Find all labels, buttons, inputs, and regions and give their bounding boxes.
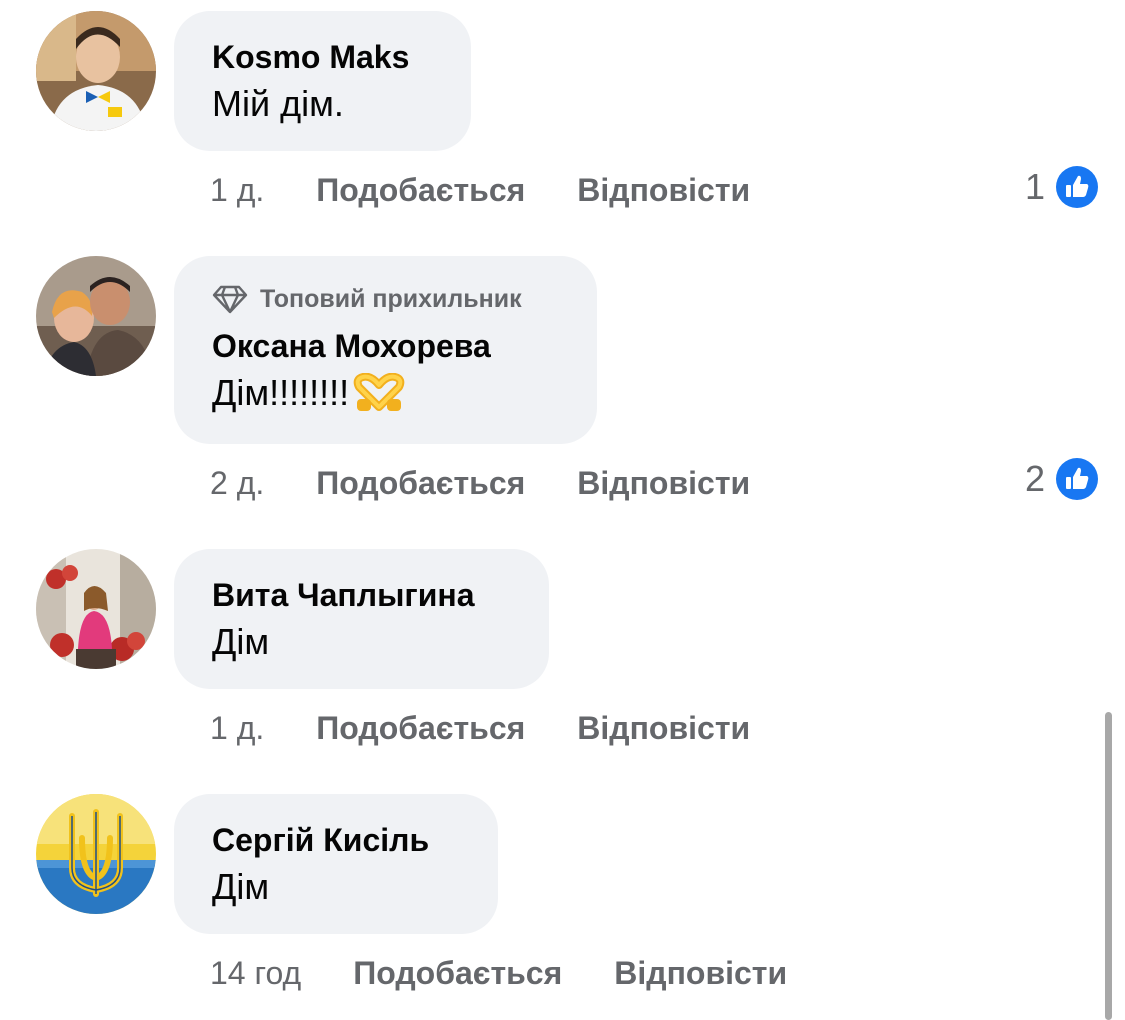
comment-bubble: Топовий прихильник Оксана Мохорева Дім!!… — [174, 256, 597, 444]
reply-button[interactable]: Відповісти — [577, 710, 750, 747]
comment-text: Дім — [212, 621, 270, 662]
comment-author[interactable]: Оксана Мохорева — [212, 326, 559, 366]
diamond-icon — [212, 285, 248, 314]
comment-bubble: Вита Чаплыгина Дім — [174, 549, 549, 689]
comment-timestamp[interactable]: 1 д. — [210, 710, 264, 747]
avatar[interactable] — [36, 11, 156, 131]
comment-actions: 2 д. Подобається Відповісти — [210, 458, 802, 508]
reaction-summary[interactable]: 1 — [1025, 162, 1101, 212]
like-button[interactable]: Подобається — [353, 955, 562, 992]
like-button[interactable]: Подобається — [316, 172, 525, 209]
avatar[interactable] — [36, 549, 156, 669]
comment-timestamp[interactable]: 14 год — [210, 955, 301, 992]
reaction-count: 2 — [1024, 458, 1045, 499]
comment-text: Дім!!!!!!!! — [212, 370, 559, 416]
comment-bubble: Kosmo Maks Мій дім. — [174, 11, 471, 151]
reply-button[interactable]: Відповісти — [614, 955, 787, 992]
comment-actions: 1 д. Подобається Відповісти — [210, 165, 802, 215]
comment-timestamp[interactable]: 1 д. — [210, 172, 264, 209]
comment-text-content: Дім!!!!!!!! — [212, 372, 350, 413]
like-reaction-icon — [1054, 164, 1100, 210]
person-photo-avatar-icon — [36, 11, 156, 131]
like-button[interactable]: Подобається — [316, 710, 525, 747]
woman-photo-avatar-icon — [36, 549, 156, 669]
top-fan-badge: Топовий прихильник — [212, 282, 559, 316]
reply-button[interactable]: Відповісти — [577, 465, 750, 502]
badge-label: Топовий прихильник — [260, 284, 522, 313]
comment-text: Мій дім. — [212, 83, 344, 124]
comment-author[interactable]: Сергій Кисіль — [212, 820, 460, 860]
comment-text: Дім — [212, 866, 270, 907]
heart-hands-icon — [353, 373, 405, 411]
scrollbar[interactable] — [1105, 712, 1112, 1020]
avatar[interactable] — [36, 794, 156, 914]
like-button[interactable]: Подобається — [316, 465, 525, 502]
ukraine-trident-avatar-icon — [36, 794, 156, 914]
like-reaction-icon — [1054, 456, 1100, 502]
avatar[interactable] — [36, 256, 156, 376]
comment-actions: 1 д. Подобається Відповісти — [210, 703, 802, 753]
reaction-summary[interactable]: 2 — [1025, 454, 1101, 504]
comment-bubble: Сергій Кисіль Дім — [174, 794, 498, 934]
reply-button[interactable]: Відповісти — [577, 172, 750, 209]
comment-timestamp[interactable]: 2 д. — [210, 465, 264, 502]
comment-author[interactable]: Kosmo Maks — [212, 37, 433, 77]
reaction-count: 1 — [1024, 166, 1045, 207]
couple-photo-avatar-icon — [36, 256, 156, 376]
comment-author[interactable]: Вита Чаплыгина — [212, 575, 511, 615]
comment-actions: 14 год Подобається Відповісти — [210, 948, 839, 998]
